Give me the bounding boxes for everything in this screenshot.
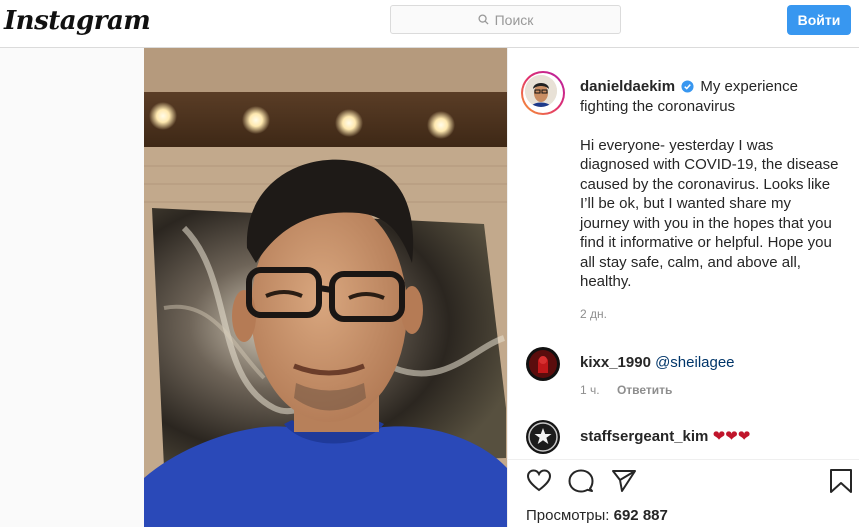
avatar-image — [526, 420, 560, 454]
share-icon[interactable] — [611, 468, 637, 494]
bookmark-icon[interactable] — [828, 468, 854, 494]
search-icon — [478, 14, 489, 25]
search-input[interactable]: Поиск — [390, 5, 621, 34]
comment-time: 1 ч. — [580, 383, 600, 397]
verified-badge-icon — [681, 80, 694, 93]
commenter-avatar[interactable] — [526, 420, 560, 454]
author-username[interactable]: danieldaekim — [580, 78, 675, 95]
comment-username[interactable]: kixx_1990 — [580, 354, 651, 371]
selfie-image — [144, 48, 507, 527]
search-placeholder: Поиск — [494, 11, 534, 28]
views-count: Просмотры: 692 887 — [526, 507, 668, 524]
instagram-logo[interactable]: Instagram — [4, 6, 151, 36]
comment-username[interactable]: staffsergeant_kim — [580, 428, 708, 445]
comment-mention[interactable]: @sheilagee — [655, 354, 734, 371]
post-photo[interactable] — [144, 48, 507, 527]
avatar-illustration — [525, 75, 557, 107]
heart-icon[interactable] — [526, 468, 552, 494]
avatar-image — [526, 347, 560, 381]
views-label: Просмотры: — [526, 507, 610, 524]
views-value: 692 887 — [613, 507, 668, 524]
post-caption: danieldaekim My experience fighting the … — [580, 77, 842, 311]
top-navigation-bar: Instagram Поиск Войти — [0, 0, 859, 48]
commenter-avatar[interactable] — [526, 347, 560, 381]
comment-icon[interactable] — [568, 468, 594, 494]
author-avatar[interactable] — [521, 71, 565, 115]
comment-hearts: ❤❤❤ — [712, 428, 751, 445]
post-time[interactable]: 2 дн. — [580, 307, 607, 321]
login-button[interactable]: Войти — [787, 5, 851, 35]
actions-divider — [508, 459, 859, 460]
post-details-panel: danieldaekim My experience fighting the … — [507, 48, 859, 527]
reply-button[interactable]: Ответить — [617, 383, 672, 397]
post-body: Hi everyone- yesterday I was diagnosed w… — [580, 136, 839, 291]
